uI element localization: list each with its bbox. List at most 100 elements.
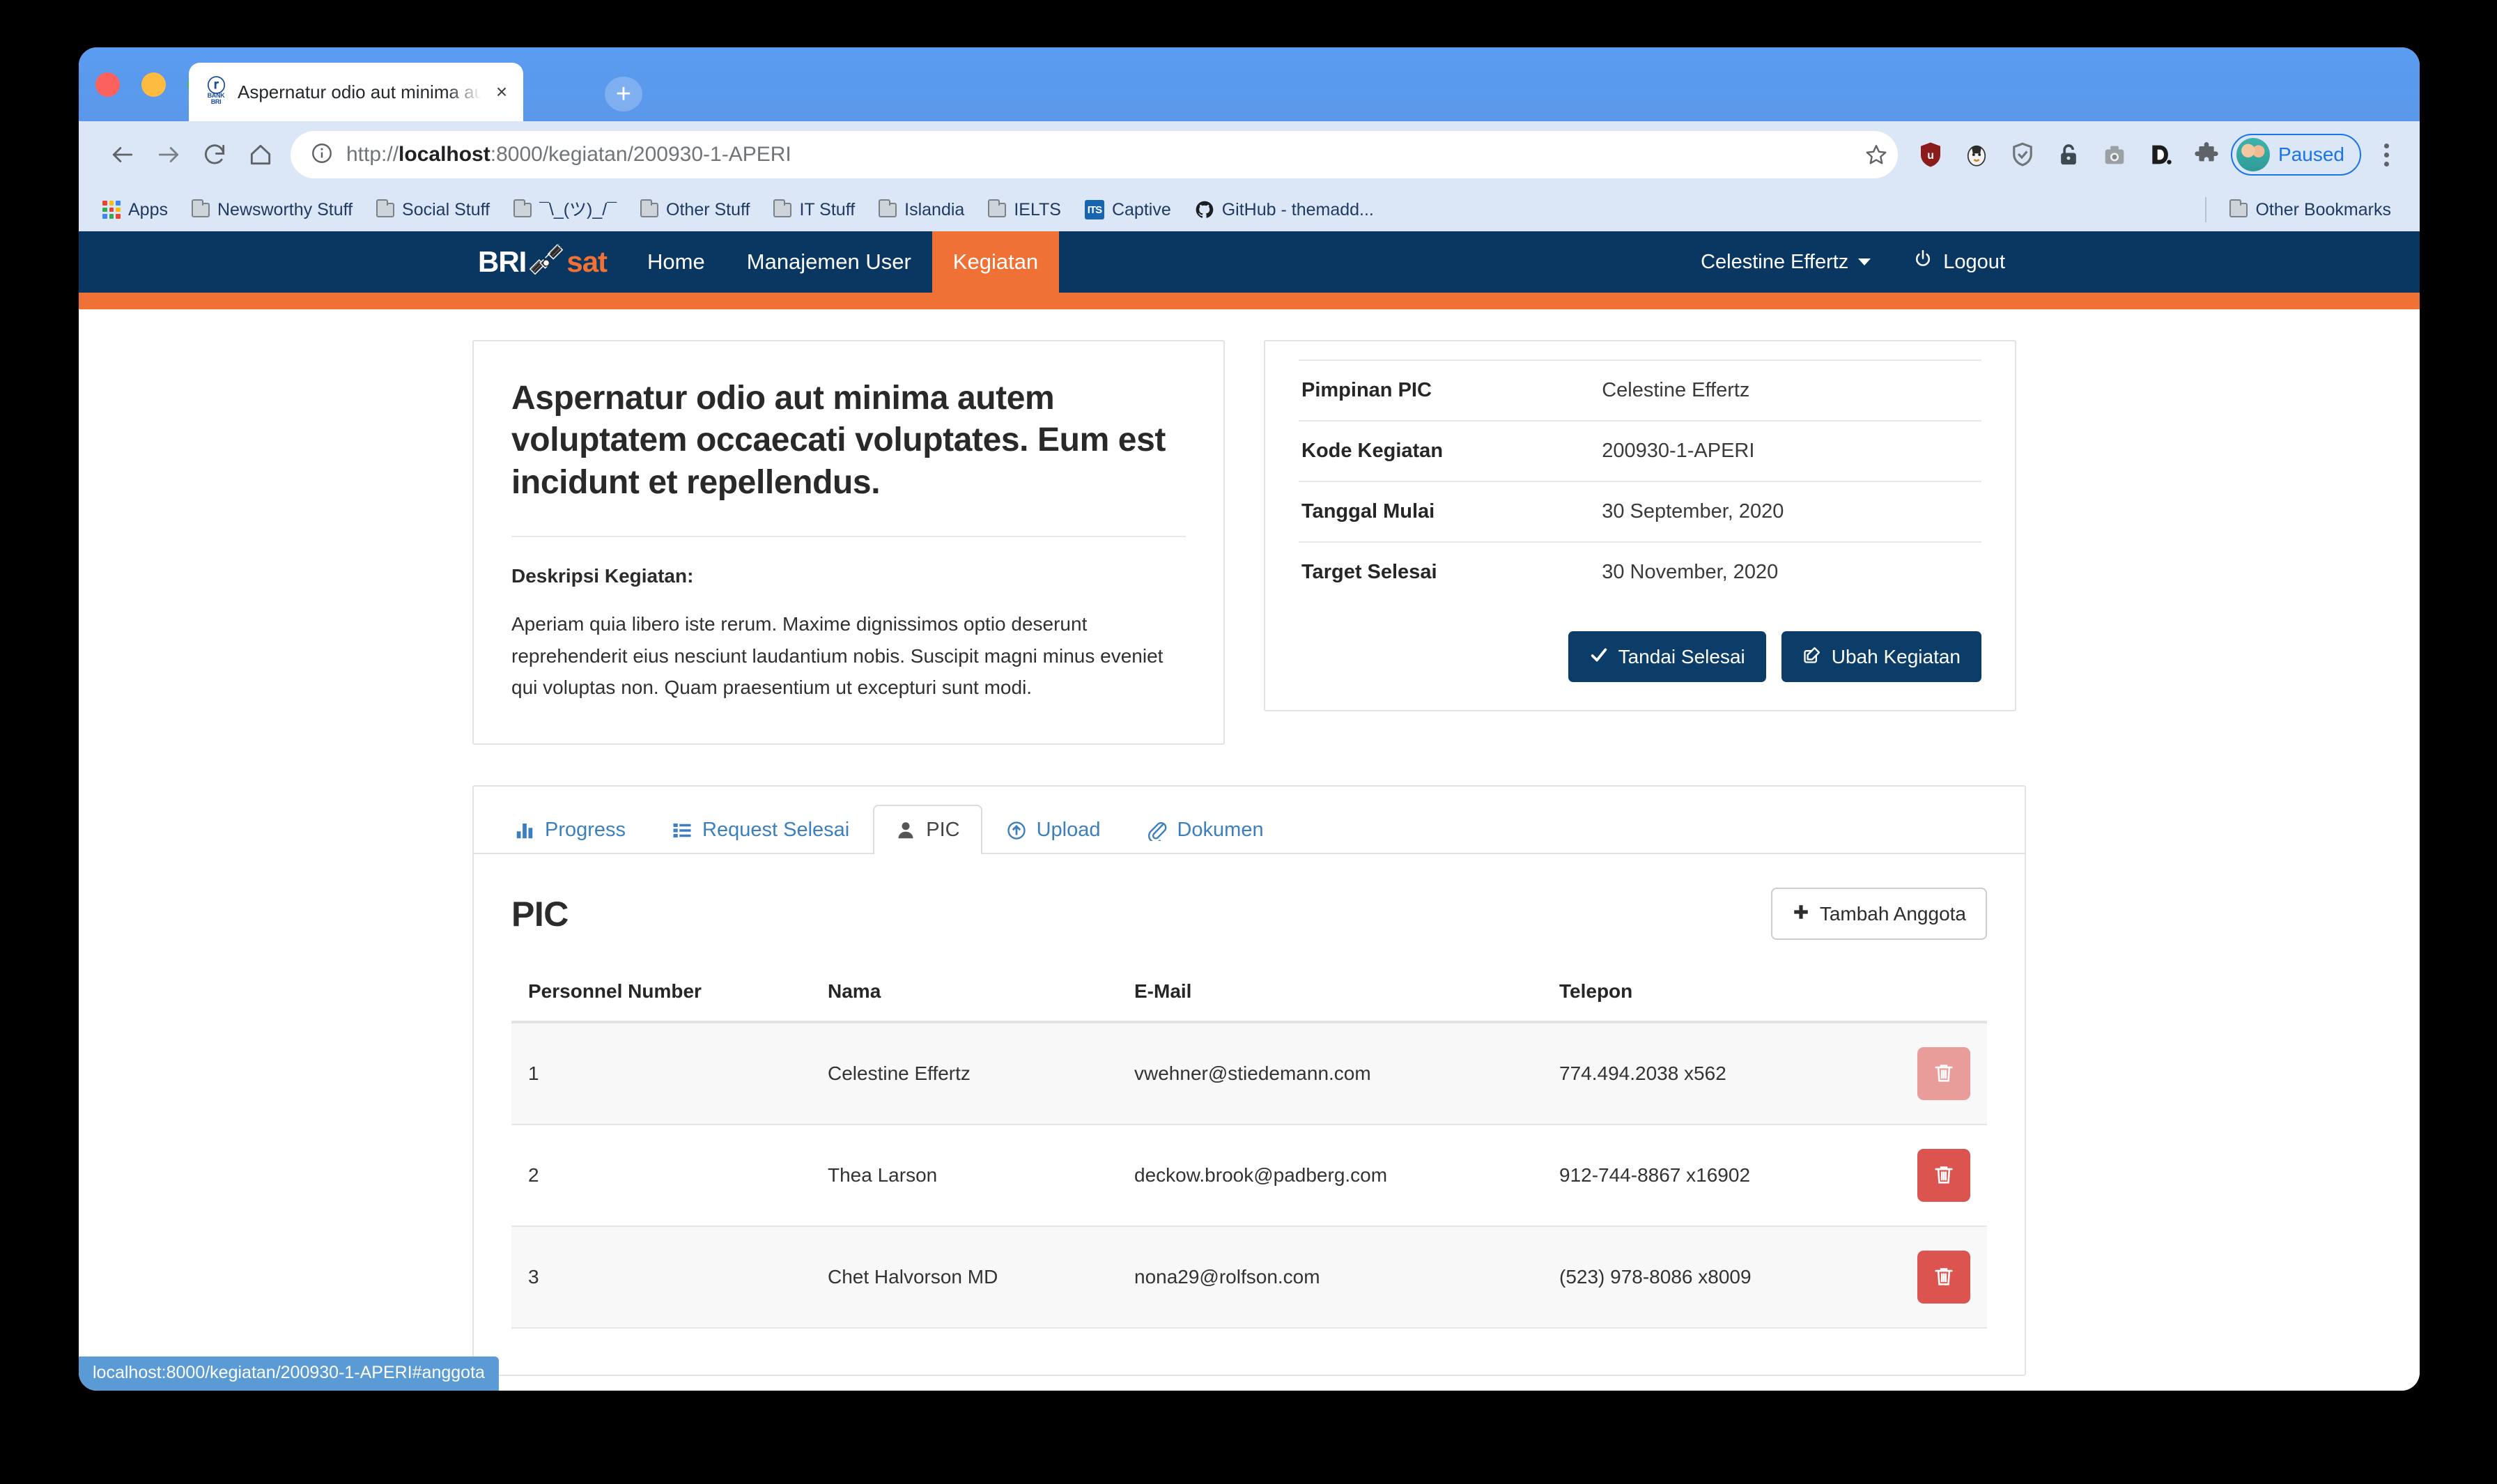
accent-bar bbox=[79, 293, 2420, 309]
apps-grid-icon bbox=[102, 201, 121, 219]
extensions-row: u bbox=[1909, 137, 2224, 172]
divider bbox=[511, 536, 1186, 538]
address-bar[interactable]: http://localhost:8000/kegiatan/200930-1-… bbox=[291, 131, 1899, 178]
chrome-menu-icon[interactable] bbox=[2371, 143, 2402, 167]
cell-telepon: 912-744-8867 x16902 bbox=[1543, 1124, 1862, 1228]
tab-label: Upload bbox=[1036, 819, 1101, 842]
tab-pic[interactable]: PIC bbox=[873, 805, 982, 855]
info-table: Pimpinan PIC Celestine Effertz Kode Kegi… bbox=[1299, 360, 1981, 602]
reload-icon[interactable] bbox=[192, 132, 238, 178]
brand-logo[interactable]: BRI sat bbox=[472, 231, 626, 293]
bookmark-islandia[interactable]: Islandia bbox=[867, 193, 976, 226]
navbar-right: Celestine Effertz Logout bbox=[1680, 231, 2026, 293]
bookmarks-bar: Apps Newsworthy Stuff Social Stuff ¯\_(ツ… bbox=[79, 188, 2420, 231]
list-icon bbox=[672, 820, 693, 841]
back-icon[interactable] bbox=[100, 132, 146, 178]
nav-link-manajemen-user[interactable]: Manajemen User bbox=[726, 231, 932, 293]
browser-tab[interactable]: ⓡ BANK BRI Aspernatur odio aut minima au… bbox=[189, 63, 523, 121]
nav-link-kegiatan[interactable]: Kegiatan bbox=[931, 231, 1060, 293]
folder-icon bbox=[513, 199, 532, 217]
tab-label: Request Selesai bbox=[702, 819, 850, 842]
logout-link[interactable]: Logout bbox=[1892, 231, 2026, 293]
shield-check-icon[interactable] bbox=[2005, 137, 2040, 172]
bookmark-apps[interactable]: Apps bbox=[102, 193, 180, 226]
kegiatan-info-card: Pimpinan PIC Celestine Effertz Kode Kegi… bbox=[1264, 340, 2016, 711]
privacy-badger-icon[interactable] bbox=[1959, 137, 1994, 172]
bookmark-captive[interactable]: ITS Captive bbox=[1073, 193, 1183, 226]
minimize-window-button[interactable] bbox=[141, 72, 166, 97]
column-header-nama: Nama bbox=[811, 980, 1118, 1024]
divider bbox=[2205, 197, 2207, 222]
tandai-selesai-button[interactable]: Tandai Selesai bbox=[1568, 631, 1766, 682]
cell-email: nona29@rolfson.com bbox=[1118, 1226, 1543, 1329]
info-value: 200930-1-APERI bbox=[1602, 440, 1755, 462]
cell-email: deckow.brook@padberg.com bbox=[1118, 1124, 1543, 1228]
bookmark-other-bookmarks[interactable]: Other Bookmarks bbox=[2218, 193, 2403, 226]
table-row: Target Selesai 30 November, 2020 bbox=[1299, 542, 1981, 602]
bookmark-label: IT Stuff bbox=[799, 199, 856, 219]
site-navbar: BRI sat Home Manajemen User Kegiatan Cel… bbox=[79, 231, 2420, 293]
cell-actions bbox=[1862, 1022, 1987, 1126]
bookmark-it-stuff[interactable]: IT Stuff bbox=[762, 193, 867, 226]
delete-row-button[interactable] bbox=[1917, 1149, 1970, 1203]
home-icon[interactable] bbox=[238, 132, 284, 178]
satellite-icon bbox=[526, 242, 566, 282]
puzzle-extensions-icon[interactable] bbox=[2189, 137, 2224, 172]
tambah-anggota-button[interactable]: Tambah Anggota bbox=[1770, 888, 1987, 941]
pic-panel: Progress Request Selesai PIC Upload Doku… bbox=[472, 785, 2026, 1377]
bookmark-star-icon[interactable] bbox=[1855, 133, 1899, 176]
tab-upload[interactable]: Upload bbox=[984, 805, 1123, 854]
site-info-icon[interactable] bbox=[310, 141, 334, 169]
kegiatan-detail-card: Aspernatur odio aut minima autem volupta… bbox=[472, 340, 1225, 745]
browser-window: ⓡ BANK BRI Aspernatur odio aut minima au… bbox=[79, 47, 2420, 1391]
new-tab-button[interactable]: + bbox=[605, 77, 642, 111]
dashlane-icon[interactable] bbox=[2143, 137, 2178, 172]
profile-pill[interactable]: Paused bbox=[2231, 134, 2361, 176]
nav-link-home[interactable]: Home bbox=[626, 231, 726, 293]
unlock-icon[interactable] bbox=[2051, 137, 2086, 172]
power-icon bbox=[1912, 249, 1933, 275]
folder-icon bbox=[191, 199, 210, 217]
captive-icon: ITS bbox=[1084, 200, 1104, 219]
tab-progress[interactable]: Progress bbox=[492, 805, 648, 854]
info-label: Pimpinan PIC bbox=[1301, 379, 1432, 401]
close-tab-icon[interactable]: × bbox=[491, 82, 512, 102]
bookmark-newsworthy-stuff[interactable]: Newsworthy Stuff bbox=[180, 193, 364, 226]
bookmark-shrug[interactable]: ¯\_(ツ)_/¯ bbox=[502, 193, 628, 226]
info-label: Kode Kegiatan bbox=[1301, 440, 1444, 462]
description-text: Aperiam quia libero iste rerum. Maxime d… bbox=[511, 613, 1164, 699]
page-container: Aspernatur odio aut minima autem volupta… bbox=[472, 309, 2026, 1377]
bookmark-social-stuff[interactable]: Social Stuff bbox=[364, 193, 502, 226]
folder-icon bbox=[2229, 199, 2248, 217]
cell-nama: Celestine Effertz bbox=[811, 1022, 1118, 1126]
delete-row-button[interactable] bbox=[1917, 1047, 1970, 1101]
bookmark-github[interactable]: GitHub - themadd... bbox=[1183, 193, 1386, 226]
column-header-telepon: Telepon bbox=[1543, 980, 1862, 1024]
bookmark-other-stuff[interactable]: Other Stuff bbox=[628, 193, 762, 226]
tab-request-selesai[interactable]: Request Selesai bbox=[649, 805, 872, 854]
tab-label: Progress bbox=[545, 819, 626, 842]
column-header-actions bbox=[1862, 980, 1987, 1024]
user-icon bbox=[895, 820, 916, 841]
cell-telepon: (523) 978-8086 x8009 bbox=[1543, 1226, 1862, 1329]
ublock-origin-icon[interactable]: u bbox=[1913, 137, 1948, 172]
panel-tabs: Progress Request Selesai PIC Upload Doku… bbox=[474, 787, 2025, 855]
info-value: 30 November, 2020 bbox=[1602, 561, 1779, 583]
close-window-button[interactable] bbox=[95, 72, 120, 97]
screenshot-camera-icon[interactable] bbox=[2097, 137, 2132, 172]
ubah-kegiatan-button[interactable]: Ubah Kegiatan bbox=[1781, 631, 1981, 682]
user-menu[interactable]: Celestine Effertz bbox=[1680, 231, 1892, 293]
bookmark-ielts[interactable]: IELTS bbox=[976, 193, 1073, 226]
tab-dokumen[interactable]: Dokumen bbox=[1124, 805, 1285, 854]
info-label: Target Selesai bbox=[1301, 561, 1437, 583]
forward-icon[interactable] bbox=[146, 132, 192, 178]
trash-icon bbox=[1932, 1265, 1956, 1290]
delete-row-button[interactable] bbox=[1917, 1251, 1970, 1304]
check-icon bbox=[1589, 645, 1609, 668]
cell-personnel-number: 2 bbox=[511, 1124, 811, 1228]
cell-personnel-number: 3 bbox=[511, 1226, 811, 1329]
folder-icon bbox=[640, 199, 659, 217]
pic-header: PIC Tambah Anggota bbox=[511, 888, 1987, 941]
status-bubble: localhost:8000/kegiatan/200930-1-APERI#a… bbox=[79, 1357, 499, 1391]
brand-primary-text: BRI bbox=[478, 245, 527, 278]
